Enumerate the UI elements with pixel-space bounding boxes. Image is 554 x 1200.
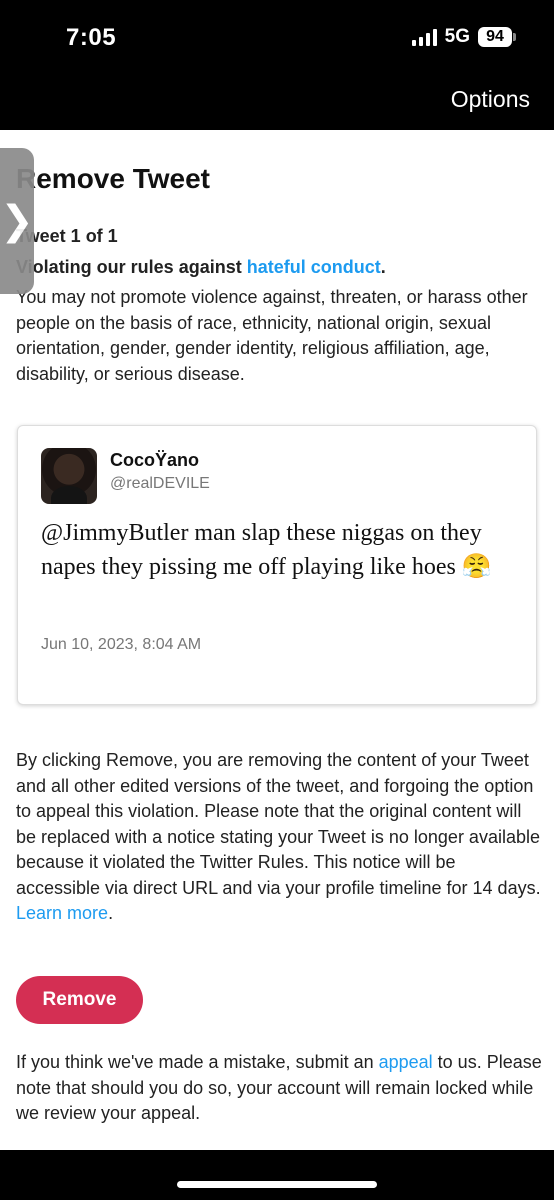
- notice-text: By clicking Remove, you are removing the…: [16, 750, 541, 898]
- bottom-bar: [0, 1150, 554, 1200]
- remove-tweet-page: Remove Tweet Tweet 1 of 1 Violating our …: [0, 130, 554, 1150]
- cellular-signal-icon: [411, 28, 437, 46]
- violation-rule: Violating our rules against hateful cond…: [16, 257, 386, 278]
- home-indicator[interactable]: [177, 1181, 377, 1188]
- rule-prefix: Violating our rules against: [16, 257, 247, 277]
- appeal-prefix: If you think we've made a mistake, submi…: [16, 1052, 379, 1072]
- chevron-right-icon: ❯: [0, 199, 34, 243]
- status-bar: 7:05 5G 94: [0, 0, 554, 78]
- tweet-handle: @realDEVILE: [110, 475, 210, 492]
- tweet-display-name: CocoŸano: [110, 450, 200, 470]
- remove-button[interactable]: Remove: [16, 976, 143, 1024]
- status-time: 7:05: [66, 24, 117, 51]
- tweet-card: CocoŸano @realDEVILE @JimmyButler man sl…: [17, 425, 537, 705]
- options-button[interactable]: Options: [451, 86, 530, 113]
- drawer-toggle[interactable]: ❯: [0, 148, 34, 294]
- page-title: Remove Tweet: [16, 163, 210, 194]
- tweet-text: @JimmyButler man slap these niggas on th…: [41, 520, 492, 580]
- learn-more-link[interactable]: Learn more: [16, 903, 108, 923]
- rule-description: You may not promote violence against, th…: [16, 287, 528, 384]
- network-type: 5G: [444, 26, 470, 47]
- notice-end: .: [108, 903, 114, 923]
- battery-icon: 94: [478, 27, 516, 47]
- avatar: [41, 448, 97, 504]
- rule-suffix: .: [380, 257, 386, 277]
- appeal-link[interactable]: appeal: [379, 1052, 433, 1072]
- removal-notice: By clicking Remove, you are removing the…: [16, 748, 542, 927]
- tweet-date: Jun 10, 2023, 8:04 AM: [41, 636, 202, 653]
- hateful-conduct-link[interactable]: hateful conduct: [247, 257, 381, 277]
- battery-level: 94: [478, 27, 512, 47]
- status-indicators: 5G 94: [411, 26, 516, 48]
- appeal-notice: If you think we've made a mistake, submi…: [16, 1050, 542, 1127]
- app-header: Options: [0, 78, 554, 130]
